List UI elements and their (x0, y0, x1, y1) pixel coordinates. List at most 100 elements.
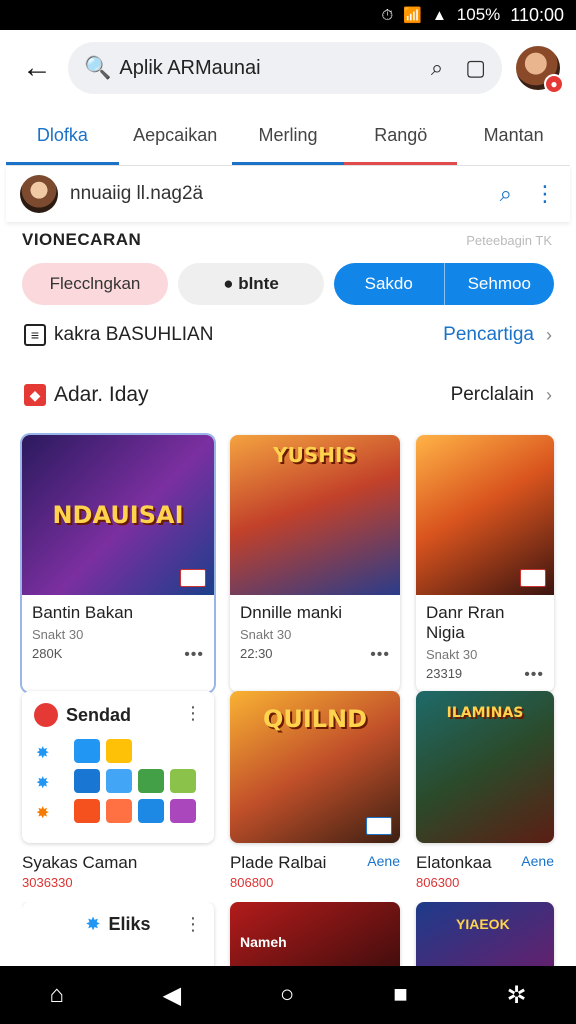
game-card[interactable]: YUSHIS Dnnille manki Snakt 30 22:30 ••• (230, 435, 400, 692)
game-logo: Nameh (240, 934, 287, 950)
more-horiz-icon[interactable]: ••• (370, 646, 390, 664)
game-art: NDAUISAI (22, 435, 214, 595)
tab-0[interactable]: Dlofka (6, 106, 119, 165)
chip-grey-label: blnte (238, 274, 279, 293)
game-card[interactable]: YIAEOK (416, 902, 554, 966)
row-link-more[interactable]: Pencartiga (443, 324, 534, 346)
tab-label: Aepcaikan (133, 125, 218, 145)
game-name: Bantin Bakan (32, 603, 134, 622)
chip-grey[interactable]: ● blnte (178, 263, 324, 305)
game-logo: NDAUISAI (52, 501, 184, 529)
status-bar: ⏱ 📶 ▲ 105% 110:00 (0, 0, 576, 30)
game-sub: 806800 (230, 875, 274, 890)
app-tile-sub: 3036330 (22, 875, 73, 890)
clock: 110:00 (510, 4, 564, 25)
more-horiz-icon[interactable]: ••• (524, 666, 544, 684)
game-name: Dnnille manki (240, 603, 343, 622)
more-vert-icon[interactable]: ⋮ (534, 181, 556, 207)
game-name: Plade Ralbai (230, 853, 327, 872)
game-art: YUSHIS (230, 435, 400, 595)
app-icon: ◆ (24, 384, 46, 406)
game-sub: 806300 (416, 875, 460, 890)
row-link-label: Adar. Iday (54, 383, 149, 406)
back-arrow-icon[interactable]: ← (12, 43, 62, 93)
list-icon: ≡ (24, 324, 46, 346)
timer-icon: ⏱ (381, 6, 394, 24)
row-link-2[interactable]: ◆ Adar. Iday Perclalain › (24, 383, 552, 407)
app-tile[interactable]: ✸ Eliks ⋮ (22, 902, 214, 966)
scan-icon[interactable]: ▢ (465, 55, 486, 81)
tab-underline (344, 162, 458, 165)
more-horiz-icon[interactable]: ••• (184, 646, 204, 664)
app-tile-wrap: Sendad ⋮ ✸ ✸ ✸ Syakas Caman 3036330 (22, 691, 214, 890)
channel-name[interactable]: nnuaiig ll.nag2ä (70, 183, 203, 205)
segmented-control: Sakdo Sehmoo (334, 263, 554, 305)
game-art (416, 435, 554, 595)
channel-row: nnuaiig ll.nag2ä ⌕ ⋮ (6, 166, 570, 222)
game-art: QUILND (230, 691, 400, 843)
tab-2[interactable]: Merling (231, 106, 345, 165)
filter-chips: Flecclngkan ● blnte Sakdo Sehmoo (22, 263, 554, 305)
game-tag[interactable]: Aene (367, 853, 400, 873)
game-sub: Snakt 30 (32, 627, 84, 642)
game-card-2b[interactable]: ILAMINAS Elatonkaa Aene 806300 (416, 691, 554, 890)
search-icon[interactable]: ⌕ (431, 55, 443, 81)
search-icon: 🔍 (84, 55, 112, 80)
game-row-2: Sendad ⋮ ✸ ✸ ✸ Syakas Caman 3036330 QUILND… (22, 691, 576, 890)
segment-right[interactable]: Sehmoo (443, 263, 555, 305)
game-card[interactable]: Danr Rran Nigia Snakt 30 23319 ••• (416, 435, 554, 692)
game-badge-icon (366, 817, 392, 835)
game-name: Danr Rran Nigia (426, 603, 505, 642)
app-tile-title: Eliks (108, 914, 151, 934)
game-logo: YIAEOK (456, 916, 510, 932)
more-vert-icon[interactable]: ⋮ (184, 703, 202, 724)
game-card[interactable]: NDAUISAI Bantin Bakan Snakt 30 280K ••• (22, 435, 214, 692)
game-tag[interactable]: Aene (521, 853, 554, 873)
game-sub: Snakt 30 (426, 647, 478, 662)
wifi-icon: 📶 (403, 7, 422, 24)
segment-left[interactable]: Sakdo (334, 263, 444, 305)
star-icon: ✸ (85, 914, 101, 934)
row-link-1[interactable]: ≡ kakra BASUHLIAN Pencartiga › (24, 324, 552, 346)
home-icon[interactable]: ⌂ (49, 981, 64, 1009)
game-count: 23319 (426, 666, 463, 681)
channel-avatar[interactable] (20, 175, 58, 213)
more-vert-icon[interactable]: ⋮ (184, 914, 202, 935)
app-tile-title: Sendad (66, 704, 132, 725)
row-link-more[interactable]: Perclalain (451, 384, 534, 406)
game-row-1: NDAUISAI Bantin Bakan Snakt 30 280K ••• Y… (22, 435, 576, 692)
app-tile[interactable]: Sendad ⋮ ✸ ✸ ✸ (22, 691, 214, 843)
game-card-2a[interactable]: QUILND Plade Ralbai Aene 806800 (230, 691, 400, 890)
tab-label: Rangö (374, 125, 428, 145)
chevron-right-icon: › (546, 384, 552, 405)
notification-badge-icon: ● (544, 74, 564, 94)
tab-underline (6, 162, 119, 165)
section-title: VIONECARAN (22, 230, 142, 249)
tab-1[interactable]: Aepcaikan (119, 106, 232, 165)
game-card[interactable]: Nameh (230, 902, 400, 966)
game-logo: YUSHIS (273, 443, 357, 467)
tab-4[interactable]: Mantan (457, 106, 570, 165)
game-card[interactable]: ILAMINAS (416, 691, 554, 843)
recents-icon[interactable]: ■ (393, 981, 408, 1009)
game-logo: ILAMINAS (446, 705, 524, 721)
back-icon[interactable]: ◀ (163, 981, 181, 1010)
game-sub: Snakt 30 (240, 627, 292, 642)
game-card[interactable]: QUILND (230, 691, 400, 843)
system-nav-bar: ⌂ ◀ ○ ■ ✲ (0, 966, 576, 1024)
battery-level: 105% (456, 5, 501, 24)
tab-label: Merling (258, 125, 318, 145)
search-icon[interactable]: ⌕ (500, 181, 512, 207)
game-controller-icon[interactable]: ✲ (506, 981, 526, 1010)
tab-3[interactable]: Rangö (344, 106, 458, 165)
section-hint: Peteebagin TK (466, 232, 552, 248)
search-box[interactable]: 🔍 ⌕ ▢ (68, 42, 502, 94)
game-art: ILAMINAS (416, 691, 554, 843)
chip-pink[interactable]: Flecclngkan (22, 263, 168, 305)
game-name: Elatonkaa (416, 853, 492, 872)
search-input[interactable] (119, 56, 409, 80)
row-link-label: kakra BASUHLIAN (54, 324, 214, 345)
avatar[interactable]: ● (516, 46, 564, 94)
signal-icon: ▲ (431, 6, 447, 24)
circle-home-icon[interactable]: ○ (280, 981, 295, 1009)
